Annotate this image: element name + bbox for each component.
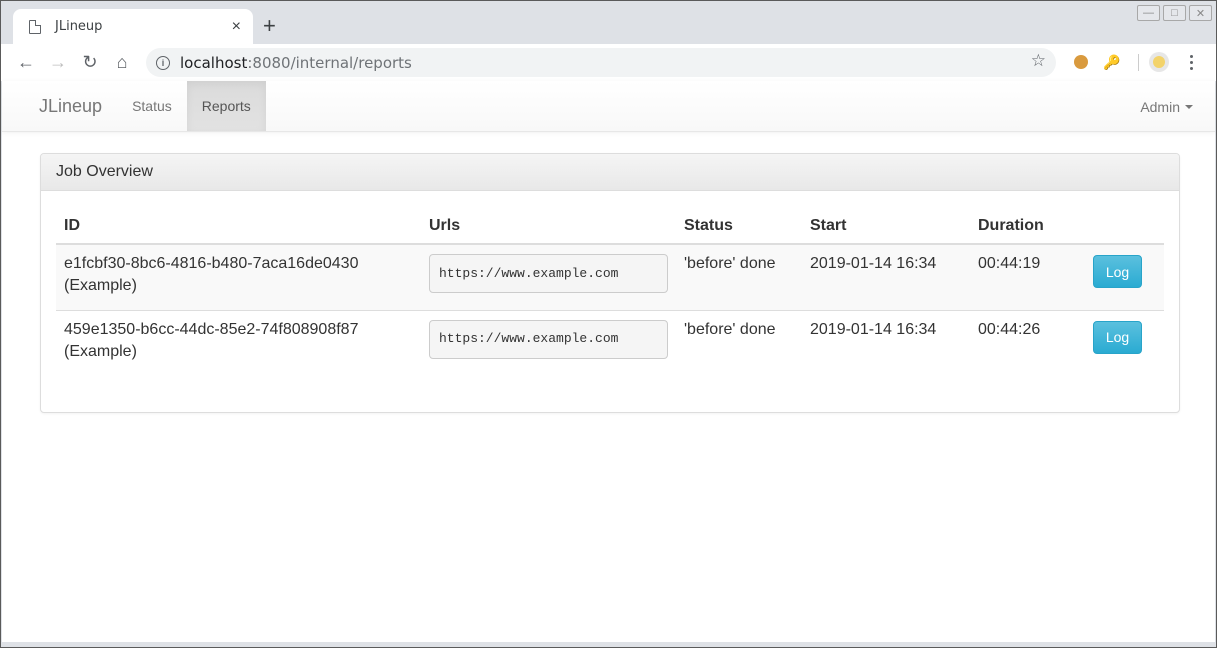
panel-title: Job Overview xyxy=(41,154,1179,191)
maximize-button[interactable]: □ xyxy=(1163,5,1186,21)
job-urls-cell: https://www.example.com xyxy=(421,244,676,310)
job-id-cell: 459e1350-b6cc-44dc-85e2-74f808908f87 (Ex… xyxy=(56,309,421,376)
table-row: 459e1350-b6cc-44dc-85e2-74f808908f87 (Ex… xyxy=(56,309,1164,376)
tab-title: JLineup xyxy=(55,19,103,34)
admin-label: Admin xyxy=(1140,98,1180,115)
navbar: JLineup Status Reports Admin xyxy=(2,81,1215,132)
job-status: 'before' done xyxy=(684,255,776,272)
column-header-actions xyxy=(1085,206,1164,245)
job-overview-panel: Job Overview ID Urls Status Start Durati… xyxy=(40,153,1180,413)
log-button[interactable]: Log xyxy=(1093,320,1142,354)
job-name: (Example) xyxy=(64,342,137,360)
nav-link-status[interactable]: Status xyxy=(117,81,187,131)
column-header-start: Start xyxy=(802,206,970,245)
column-header-duration: Duration xyxy=(970,206,1085,245)
job-duration: 00:44:26 xyxy=(970,309,1085,376)
job-start: 2019-01-14 16:34 xyxy=(802,309,970,376)
browser-tab[interactable]: JLineup × xyxy=(13,9,253,44)
url-text: localhost:8080/internal/reports xyxy=(180,54,412,72)
job-id-cell: e1fcbf30-8bc6-4816-b480-7aca16de0430 (Ex… xyxy=(56,244,421,310)
browser-menu-icon[interactable] xyxy=(1183,52,1199,72)
nav-link-reports[interactable]: Reports xyxy=(186,81,266,131)
job-id: 459e1350-b6cc-44dc-85e2-74f808908f87 xyxy=(64,320,359,338)
toolbar-divider xyxy=(1138,54,1139,71)
job-url: https://www.example.com xyxy=(429,254,668,293)
close-tab-icon[interactable]: × xyxy=(232,18,241,36)
url-host: localhost xyxy=(180,53,248,72)
page-icon xyxy=(29,19,41,34)
window-controls: — □ ✕ xyxy=(1137,5,1212,21)
log-button[interactable]: Log xyxy=(1093,255,1142,288)
reload-button[interactable]: ↻ xyxy=(74,47,106,79)
column-header-status: Status xyxy=(676,206,802,245)
caret-down-icon xyxy=(1185,104,1193,109)
cookie-extension-icon[interactable] xyxy=(1071,52,1091,72)
info-icon[interactable]: i xyxy=(156,55,170,70)
column-header-id: ID xyxy=(56,206,421,245)
arrow-left-icon: ← xyxy=(17,52,35,72)
job-start: 2019-01-14 16:34 xyxy=(810,255,937,272)
job-id: e1fcbf30-8bc6-4816-b480-7aca16de0430 xyxy=(64,255,359,272)
browser-toolbar: ← → ↻ ⌂ i localhost:8080/internal/report… xyxy=(1,44,1216,81)
column-header-urls: Urls xyxy=(421,206,676,245)
home-icon: ⌂ xyxy=(116,52,128,72)
new-tab-button[interactable]: + xyxy=(263,13,276,39)
navbar-brand[interactable]: JLineup xyxy=(24,81,117,131)
home-button[interactable]: ⌂ xyxy=(106,47,138,79)
job-actions-cell: Log xyxy=(1085,244,1164,310)
page-viewport: JLineup Status Reports Admin Job Overvie… xyxy=(2,81,1215,645)
back-button[interactable]: ← xyxy=(10,47,42,79)
key-extension-icon[interactable]: 🔑 xyxy=(1102,52,1122,72)
job-urls-cell: https://www.example.com xyxy=(421,309,676,376)
jobs-table: ID Urls Status Start Duration e1fcbf30-8… xyxy=(56,206,1164,376)
browser-window: JLineup × + — □ ✕ ← → ↻ ⌂ i localhost:80… xyxy=(0,0,1217,648)
close-window-button[interactable]: ✕ xyxy=(1189,5,1212,21)
reload-icon: ↻ xyxy=(82,52,98,72)
url-path: :8080/internal/reports xyxy=(247,53,412,72)
address-bar[interactable]: i localhost:8080/internal/reports ☆ xyxy=(146,48,1056,77)
tab-strip: JLineup × + — □ ✕ xyxy=(1,1,1216,44)
job-url: https://www.example.com xyxy=(429,319,668,359)
forward-button[interactable]: → xyxy=(42,47,74,79)
table-header-row: ID Urls Status Start Duration xyxy=(56,206,1164,245)
job-actions-cell: Log xyxy=(1085,309,1164,376)
job-name: (Example) xyxy=(64,277,137,294)
table-row: e1fcbf30-8bc6-4816-b480-7aca16de0430 (Ex… xyxy=(56,244,1164,310)
arrow-right-icon: → xyxy=(49,52,67,72)
profile-avatar[interactable] xyxy=(1149,52,1169,72)
job-status: 'before' done xyxy=(676,309,802,376)
job-duration: 00:44:19 xyxy=(978,255,1041,272)
minimize-button[interactable]: — xyxy=(1137,5,1160,21)
bookmark-star-icon[interactable]: ☆ xyxy=(1031,51,1046,71)
admin-dropdown[interactable]: Admin xyxy=(1140,81,1193,132)
